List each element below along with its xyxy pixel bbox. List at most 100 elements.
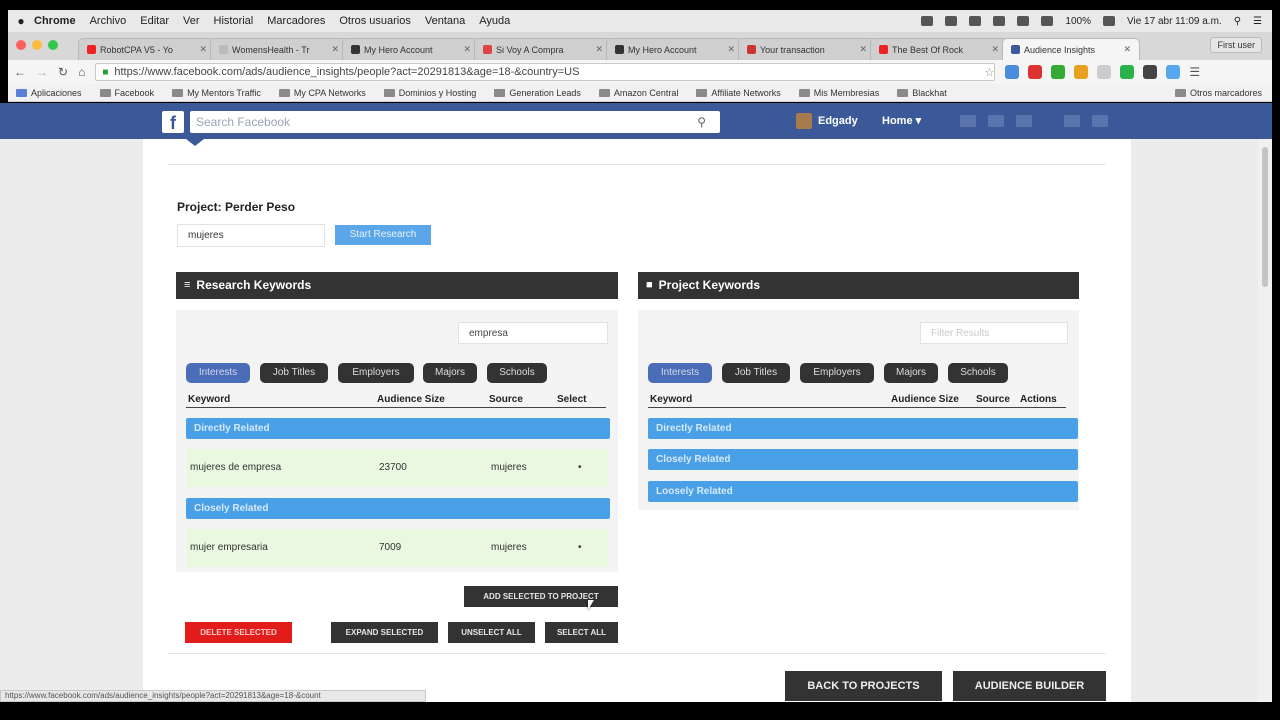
clock[interactable]: Vie 17 abr 11:09 a.m. (1127, 16, 1222, 27)
volume-icon[interactable] (1041, 16, 1054, 26)
extension-icon[interactable] (1005, 65, 1020, 79)
research-group-directly-related[interactable]: Directly Related (186, 418, 610, 439)
col-audience-size[interactable]: Audience Size (377, 394, 445, 405)
menu-historial[interactable]: Historial (214, 15, 254, 27)
project-filter-input[interactable]: Filter Results (920, 322, 1068, 344)
close-tab-icon[interactable]: ✕ (727, 44, 735, 55)
close-tab-icon[interactable]: ✕ (331, 44, 339, 55)
reload-icon[interactable]: ↻ (58, 65, 68, 79)
expand-selected-button[interactable]: EXPAND SELECTED (331, 622, 438, 643)
close-tab-icon[interactable]: ✕ (1123, 44, 1131, 55)
tab-gmail[interactable]: Si Voy A Compra ✕ (474, 38, 612, 60)
project-tab-employers[interactable]: Employers (800, 363, 874, 383)
research-tab-majors[interactable]: Majors (423, 363, 477, 383)
table-row[interactable]: mujer empresaria 7009 mujeres • (186, 529, 608, 567)
close-tab-icon[interactable]: ✕ (991, 44, 999, 55)
bookmark-generation-leads[interactable]: Generation Leads (494, 88, 581, 98)
menu-marcadores[interactable]: Marcadores (267, 15, 325, 27)
profile-button[interactable]: First user (1210, 37, 1262, 53)
col-keyword[interactable]: Keyword (650, 394, 692, 405)
select-all-button[interactable]: SELECT ALL (545, 622, 618, 643)
facebook-search-input[interactable]: Search Facebook ⚲ (190, 111, 720, 133)
bookmark-apps[interactable]: Aplicaciones (16, 88, 82, 98)
minimize-window-icon[interactable] (32, 40, 42, 50)
account-menu-icon[interactable] (1092, 115, 1108, 127)
home-link[interactable]: Home ▾ (882, 114, 921, 127)
bluetooth-icon[interactable] (993, 16, 1006, 26)
battery-icon[interactable] (1103, 16, 1115, 26)
project-group-closely-related[interactable]: Closely Related (648, 449, 1078, 470)
back-icon[interactable]: ← (14, 65, 26, 79)
close-window-icon[interactable] (16, 40, 26, 50)
extension-icon[interactable] (1097, 65, 1112, 79)
close-tab-icon[interactable]: ✕ (859, 44, 867, 55)
notifications-icon[interactable] (1016, 115, 1032, 127)
project-tab-job-titles[interactable]: Job Titles (722, 363, 790, 383)
bookmark-dominios[interactable]: Dominios y Hosting (383, 88, 476, 98)
extension-icon[interactable] (1120, 65, 1135, 79)
maximize-window-icon[interactable] (48, 40, 58, 50)
privacy-icon[interactable] (1064, 115, 1080, 127)
tab-my-hero-account[interactable]: My Hero Account ✕ (342, 38, 480, 60)
star-icon[interactable]: ☆ (984, 66, 994, 79)
tab-audience-insights[interactable]: Audience Insights ✕ (1002, 38, 1140, 60)
friends-icon[interactable] (960, 115, 976, 127)
tab-my-hero-account-2[interactable]: My Hero Account ✕ (606, 38, 744, 60)
bookmark-facebook[interactable]: Facebook (99, 88, 154, 98)
menu-archivo[interactable]: Archivo (90, 15, 127, 27)
menu-list-icon[interactable]: ☰ (1253, 16, 1262, 27)
project-tab-majors[interactable]: Majors (884, 363, 938, 383)
row-select-checkbox[interactable]: • (578, 462, 582, 473)
close-tab-icon[interactable]: ✕ (463, 44, 471, 55)
home-icon[interactable]: ⌂ (78, 65, 85, 79)
search-icon[interactable]: ⚲ (697, 111, 706, 133)
tab-best-of-rock[interactable]: The Best Of Rock ✕ (870, 38, 1008, 60)
research-tab-interests[interactable]: Interests (186, 363, 250, 383)
bookmark-membresias[interactable]: Mis Membresias (798, 88, 879, 98)
menu-app-name[interactable]: Chrome (34, 15, 76, 27)
bookmark-other[interactable]: Otros marcadores (1174, 88, 1272, 98)
chrome-menu-icon[interactable]: ☰ (1189, 65, 1203, 79)
apple-icon[interactable]: ● (8, 14, 34, 28)
bookmark-cpa-networks[interactable]: My CPA Networks (278, 88, 366, 98)
scrollbar-thumb[interactable] (1262, 147, 1268, 287)
bookmark-blackhat[interactable]: Blackhat (897, 88, 947, 98)
tab-transaction[interactable]: Your transaction ✕ (738, 38, 876, 60)
col-audience-size[interactable]: Audience Size (891, 394, 959, 405)
close-tab-icon[interactable]: ✕ (595, 44, 603, 55)
tab-robotcpa[interactable]: RobotCPA V5 - Yo ✕ (78, 38, 216, 60)
extension-icon[interactable] (1028, 65, 1043, 79)
profile-link[interactable]: Edgady (796, 113, 858, 129)
spotlight-icon[interactable]: ⚲ (1234, 16, 1241, 27)
col-select[interactable]: Select (557, 394, 586, 405)
research-tab-job-titles[interactable]: Job Titles (260, 363, 328, 383)
col-actions[interactable]: Actions (1020, 394, 1057, 405)
back-to-projects-button[interactable]: BACK TO PROJECTS (785, 671, 942, 701)
tab-womenshealth[interactable]: WomensHealth - Tr ✕ (210, 38, 348, 60)
project-group-directly-related[interactable]: Directly Related (648, 418, 1078, 439)
unselect-all-button[interactable]: UNSELECT ALL (448, 622, 535, 643)
research-tab-schools[interactable]: Schools (487, 363, 547, 383)
add-selected-to-project-button[interactable]: ADD SELECTED TO PROJECT (464, 586, 618, 607)
menu-ayuda[interactable]: Ayuda (479, 15, 510, 27)
research-tab-employers[interactable]: Employers (338, 363, 414, 383)
facebook-logo-icon[interactable]: f (162, 111, 184, 133)
wifi-icon[interactable] (1017, 16, 1030, 26)
project-tab-schools[interactable]: Schools (948, 363, 1008, 383)
clipboard-icon[interactable] (969, 16, 982, 26)
row-select-checkbox[interactable]: • (578, 542, 582, 553)
start-research-button[interactable]: Start Research (335, 225, 431, 245)
bookmark-amazon-central[interactable]: Amazon Central (598, 88, 678, 98)
extension-icon[interactable] (1074, 65, 1089, 79)
col-source[interactable]: Source (489, 394, 523, 405)
table-row[interactable]: mujeres de empresa 23700 mujeres • (186, 449, 608, 487)
project-group-loosely-related[interactable]: Loosely Related (648, 481, 1078, 502)
forward-icon[interactable]: → (36, 65, 48, 79)
research-seed-input[interactable]: mujeres (177, 224, 325, 247)
col-keyword[interactable]: Keyword (188, 394, 230, 405)
close-tab-icon[interactable]: ✕ (199, 44, 207, 55)
delete-selected-button[interactable]: DELETE SELECTED (185, 622, 292, 643)
menu-otros-usuarios[interactable]: Otros usuarios (339, 15, 411, 27)
menu-editar[interactable]: Editar (140, 15, 169, 27)
extension-icon[interactable] (1166, 65, 1181, 79)
